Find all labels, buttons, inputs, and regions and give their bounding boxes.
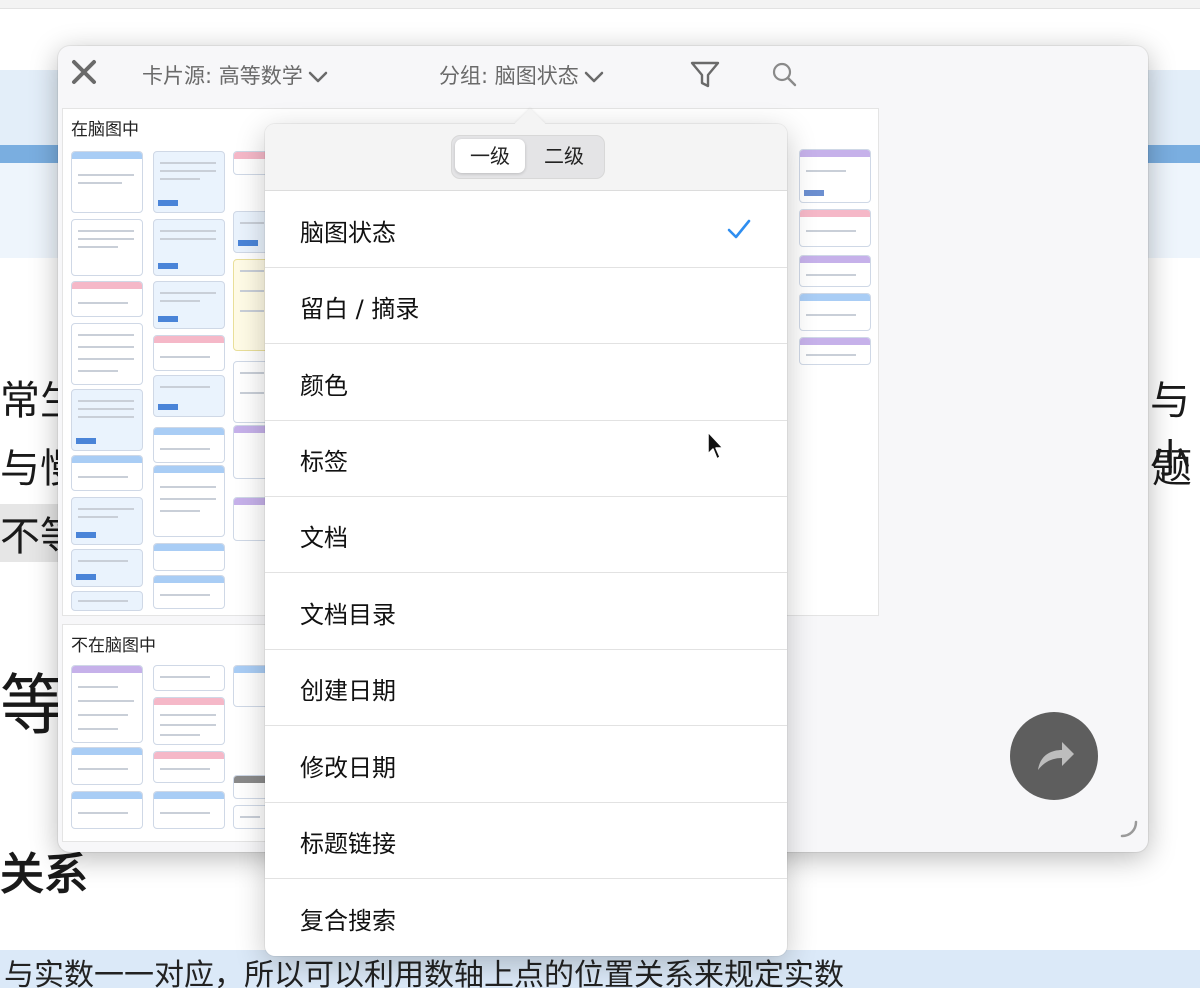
card-thumbnail[interactable] (71, 591, 143, 611)
card-thumbnail[interactable] (153, 791, 225, 829)
close-button[interactable] (68, 56, 100, 88)
menu-item-label: 标签 (300, 448, 348, 476)
menu-item-label: 复合搜索 (300, 907, 396, 935)
menu-item-label: 颜色 (300, 372, 348, 400)
background-heading: 等 (0, 667, 66, 744)
card-source-dropdown[interactable]: 卡片源: 高等数学 (142, 60, 329, 90)
group-label: 在脑图中 (71, 120, 139, 140)
menu-item-label: 文档 (300, 524, 348, 552)
card-thumbnail[interactable] (153, 697, 225, 745)
menu-item-label: 留白 / 摘录 (300, 295, 420, 323)
resize-handle[interactable] (1118, 818, 1140, 840)
filter-button[interactable] (688, 58, 722, 92)
group-label: 不在脑图中 (71, 636, 156, 656)
card-source-label: 卡片源: 高等数学 (142, 64, 303, 88)
level-segmented-control: 一级 二级 (451, 135, 605, 179)
chevron-down-icon (308, 71, 327, 83)
menu-item-mindmap-status[interactable]: 脑图状态 (265, 191, 787, 268)
card-thumbnail[interactable] (71, 389, 143, 451)
card-thumbnail[interactable] (71, 497, 143, 545)
menu-item-label: 修改日期 (300, 754, 396, 782)
card-thumbnail[interactable] (71, 323, 143, 385)
card-thumbnail[interactable] (153, 427, 225, 463)
card-thumbnail[interactable] (71, 549, 143, 587)
menu-item-label: 创建日期 (300, 677, 396, 705)
mouse-pointer-icon (707, 431, 724, 460)
card-thumbnail[interactable] (153, 751, 225, 783)
card-thumbnail[interactable] (71, 151, 143, 213)
card-thumbnail[interactable] (153, 375, 225, 417)
menu-item-compound-search[interactable]: 复合搜索 (265, 879, 787, 955)
card-thumbnail[interactable] (153, 151, 225, 213)
card-thumbnail[interactable] (71, 665, 143, 743)
menu-item-label: 标题链接 (300, 830, 396, 858)
search-icon (772, 62, 797, 87)
card-thumbnail[interactable] (71, 281, 143, 317)
level-two-button[interactable]: 二级 (529, 139, 599, 173)
resize-grip-icon (1120, 820, 1138, 838)
toolbar: 卡片源: 高等数学 分组: 脑图状态 (58, 46, 1148, 104)
menu-item-excerpt[interactable]: 留白 / 摘录 (265, 267, 787, 344)
menu-item-document-toc[interactable]: 文档目录 (265, 573, 787, 650)
group-by-dropdown[interactable]: 分组: 脑图状态 (439, 60, 605, 90)
card-thumbnail[interactable] (71, 747, 143, 785)
card-thumbnail[interactable] (153, 543, 225, 571)
level-selector-bar: 一级 二级 (265, 124, 787, 191)
menu-item-color[interactable]: 颜色 (265, 344, 787, 421)
menu-item-label: 文档目录 (300, 601, 396, 629)
group-not-in-mindmap: 不在脑图中 (62, 624, 274, 842)
menu-item-created-date[interactable]: 创建日期 (265, 649, 787, 726)
card-thumbnail[interactable] (153, 465, 225, 537)
card-thumbnail[interactable] (153, 335, 225, 371)
share-button[interactable] (1010, 712, 1098, 800)
card-thumbnail[interactable] (799, 209, 871, 247)
menu-item-label: 脑图状态 (300, 219, 396, 247)
menu-item-document[interactable]: 文档 (265, 496, 787, 573)
group-by-menu: 一级 二级 脑图状态 留白 / 摘录 颜色 标签 文档 文档目录 创建日期 修改… (265, 108, 787, 956)
card-thumbnail[interactable] (71, 791, 143, 829)
card-thumbnail[interactable] (799, 337, 871, 365)
card-thumbnail[interactable] (799, 255, 871, 287)
card-thumbnail[interactable] (153, 219, 225, 276)
background-window-bar (0, 0, 1200, 9)
chevron-down-icon (584, 71, 603, 83)
group-by-label: 分组: 脑图状态 (439, 64, 579, 88)
card-thumbnail[interactable] (71, 455, 143, 491)
close-icon (72, 60, 96, 84)
level-one-button[interactable]: 一级 (455, 139, 525, 173)
card-thumbnail[interactable] (799, 293, 871, 331)
card-thumbnail[interactable] (153, 575, 225, 609)
card-thumbnail[interactable] (799, 149, 871, 203)
search-button[interactable] (768, 58, 802, 92)
menu-item-title-link[interactable]: 标题链接 (265, 802, 787, 879)
card-thumbnail[interactable] (153, 281, 225, 329)
share-arrow-icon (1038, 742, 1074, 770)
background-text: 题 (1152, 446, 1192, 492)
filter-icon (690, 61, 720, 88)
menu-item-modified-date[interactable]: 修改日期 (265, 726, 787, 803)
card-thumbnail[interactable] (153, 665, 225, 691)
checkmark-icon (727, 219, 751, 239)
card-thumbnail-spacer (71, 225, 141, 251)
